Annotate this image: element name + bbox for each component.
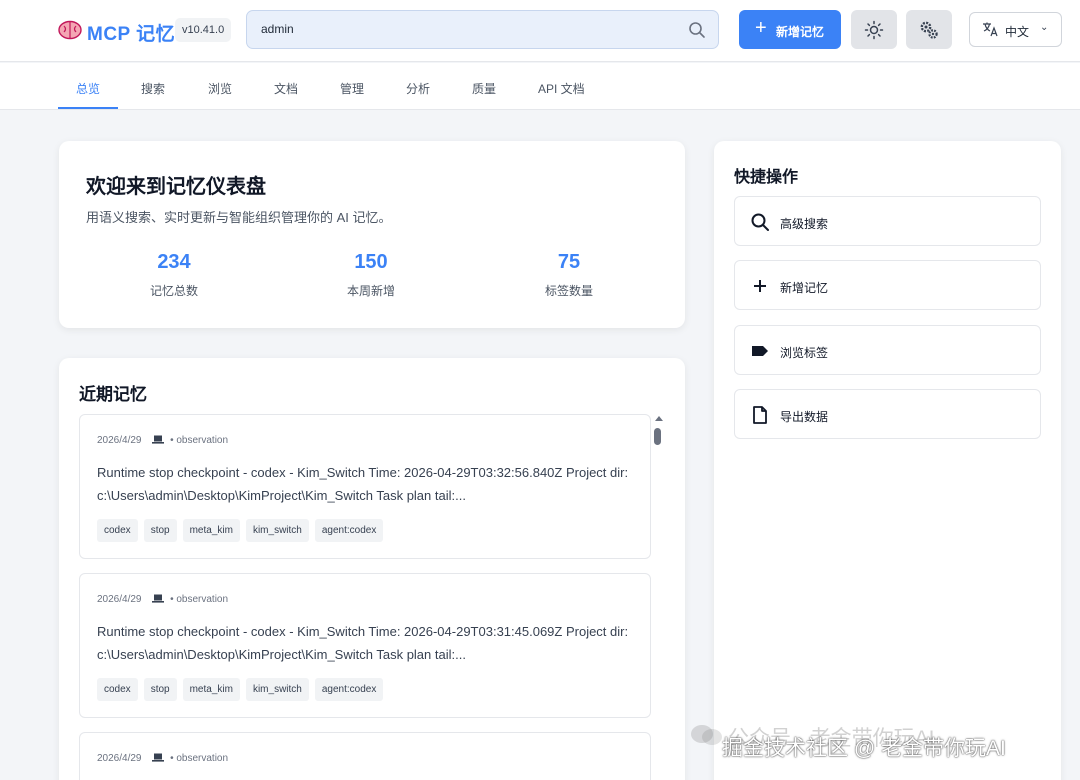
plus-icon (754, 280, 766, 292)
file-icon (753, 406, 767, 424)
memory-content: Runtime stop checkpoint - codex - Kim_Sw… (97, 624, 629, 662)
theme-toggle-button[interactable] (851, 10, 897, 49)
quick-action-label: 新增记忆 (780, 281, 829, 295)
tab-docs[interactable]: 文档 (274, 80, 298, 97)
advanced-search-button[interactable]: 高级搜索 (734, 196, 1041, 246)
memory-meta: 2026/4/29 • observation (97, 594, 228, 605)
search-icon (751, 213, 769, 231)
tab-search[interactable]: 搜索 (141, 80, 165, 97)
tag-chip[interactable]: stop (143, 519, 177, 542)
tab-quality[interactable]: 质量 (472, 80, 496, 97)
search-input[interactable]: admin (246, 10, 719, 49)
recent-memories-card: 近期记忆 2026/4/29 • observation Runtime sto… (59, 358, 685, 780)
language-select[interactable]: 中文 ⌄ (969, 12, 1062, 47)
memory-item[interactable]: 2026/4/29 • observation Runtime stop che… (79, 573, 651, 718)
quick-actions-card: 快捷操作 高级搜索 新增记忆 浏览标签 导出数据 (714, 141, 1061, 780)
scroll-up-arrow-icon[interactable] (655, 416, 663, 421)
memory-tags: codex stop meta_kim kim_switch agent:codex (97, 519, 389, 542)
gears-icon (920, 21, 938, 39)
welcome-subtitle: 用语义搜索、实时更新与智能组织管理你的 AI 记忆。 (86, 210, 392, 225)
memory-meta: 2026/4/29 • observation (97, 753, 228, 764)
memory-date: 2026/4/29 (97, 753, 142, 764)
memory-date: 2026/4/29 (97, 594, 142, 605)
stat-value: 234 (157, 251, 191, 273)
quick-actions-title: 快捷操作 (734, 169, 799, 186)
browse-tags-button[interactable]: 浏览标签 (734, 325, 1041, 375)
wechat-logo-icon (691, 725, 722, 745)
memory-meta: 2026/4/29 • observation (97, 435, 228, 446)
quick-action-label: 高级搜索 (780, 217, 829, 231)
memory-type: • observation (170, 753, 229, 764)
new-memory-button[interactable]: + 新增记忆 (739, 10, 841, 49)
translate-icon (983, 22, 998, 37)
memory-content: Runtime stop checkpoint - codex - Kim_Sw… (97, 465, 629, 503)
stat-label: 本周新增 (346, 284, 395, 298)
recent-memories-title: 近期记忆 (79, 385, 147, 404)
chevron-down-icon: ⌄ (1040, 22, 1049, 33)
app-header: MCP 记忆 v10.41.0 admin + 新增记忆 中文 ⌄ (0, 0, 1080, 62)
welcome-card: 欢迎来到记忆仪表盘 用语义搜索、实时更新与智能组织管理你的 AI 记忆。 234… (59, 141, 685, 328)
brain-logo-icon (58, 20, 82, 40)
quick-action-label: 导出数据 (780, 410, 829, 424)
settings-button[interactable] (906, 10, 952, 49)
export-data-button[interactable]: 导出数据 (734, 389, 1041, 439)
new-memory-label: 新增记忆 (776, 25, 825, 39)
tag-chip[interactable]: stop (143, 678, 177, 701)
stat-tag-count: 75 标签数量 (499, 251, 639, 299)
stat-label: 标签数量 (544, 284, 593, 298)
watermark-line-2: 掘金技术社区 @ 老金带你玩AI (722, 737, 1006, 760)
tab-api-docs[interactable]: API 文档 (538, 80, 585, 97)
tab-manage[interactable]: 管理 (340, 80, 364, 97)
tag-chip[interactable]: codex (97, 678, 138, 701)
memory-item[interactable]: 2026/4/29 • observation (79, 732, 651, 780)
plus-icon: + (755, 17, 767, 39)
tab-analytics[interactable]: 分析 (406, 80, 430, 97)
laptop-icon (152, 753, 165, 762)
search-input-value[interactable]: admin (261, 22, 294, 36)
scrollbar-thumb[interactable] (654, 428, 661, 445)
laptop-icon (152, 435, 165, 444)
version-badge: v10.41.0 (175, 18, 232, 42)
stat-value: 150 (354, 251, 388, 273)
add-memory-button[interactable]: 新增记忆 (734, 260, 1041, 310)
nav-tabs: 总览 搜索 浏览 文档 管理 分析 质量 API 文档 (0, 63, 1080, 110)
sun-icon (864, 20, 884, 40)
tab-browse[interactable]: 浏览 (208, 80, 232, 97)
tag-chip[interactable]: kim_switch (245, 678, 309, 701)
laptop-icon (152, 594, 165, 603)
welcome-title: 欢迎来到记忆仪表盘 (86, 176, 266, 198)
app-title: MCP 记忆 (87, 24, 176, 45)
memory-type: • observation (170, 594, 229, 605)
language-label: 中文 (1005, 25, 1030, 39)
memory-date: 2026/4/29 (97, 435, 142, 446)
memory-tags: codex stop meta_kim kim_switch agent:codex (97, 678, 389, 701)
tab-overview[interactable]: 总览 (76, 80, 100, 97)
stat-new-this-week: 150 本周新增 (301, 251, 441, 299)
stat-value: 75 (557, 251, 581, 273)
tag-chip[interactable]: meta_kim (182, 678, 240, 701)
tag-chip[interactable]: agent:codex (314, 519, 384, 542)
active-tab-indicator (58, 107, 118, 109)
tag-chip[interactable]: meta_kim (182, 519, 240, 542)
stat-total-memories: 234 记忆总数 (104, 251, 244, 299)
memory-type: • observation (170, 435, 229, 446)
stat-label: 记忆总数 (149, 284, 198, 298)
tag-icon (752, 346, 768, 356)
tag-chip[interactable]: codex (97, 519, 138, 542)
tag-chip[interactable]: kim_switch (245, 519, 309, 542)
tag-chip[interactable]: agent:codex (314, 678, 384, 701)
memory-item[interactable]: 2026/4/29 • observation Runtime stop che… (79, 414, 651, 559)
search-icon[interactable] (688, 21, 706, 39)
quick-action-label: 浏览标签 (780, 346, 829, 360)
